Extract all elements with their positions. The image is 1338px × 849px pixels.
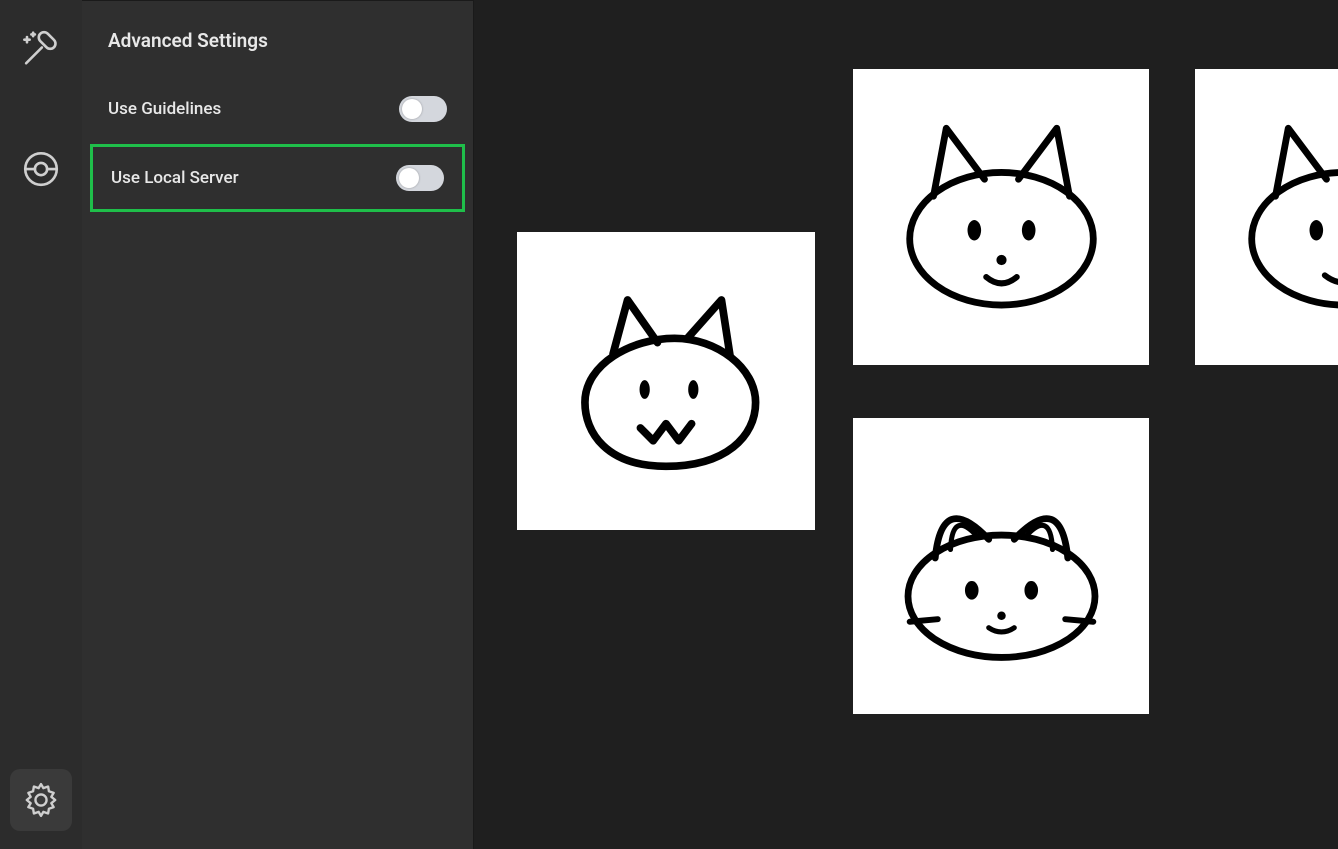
app-root: Advanced Settings Use Guidelines Use Loc…: [0, 0, 1338, 849]
setting-label-guidelines: Use Guidelines: [108, 99, 221, 119]
sketch-card-4[interactable]: [1195, 69, 1338, 365]
toggle-knob: [399, 168, 419, 188]
setting-use-local-server: Use Local Server: [90, 144, 465, 212]
cat-drawing: [874, 90, 1129, 345]
cat-drawing: [1216, 90, 1338, 345]
settings-panel: Advanced Settings Use Guidelines Use Loc…: [82, 0, 474, 849]
sketch-card-2[interactable]: [853, 69, 1149, 365]
nav-settings[interactable]: [10, 769, 72, 831]
sketch-card-1[interactable]: [517, 232, 815, 530]
panel-title: Advanced Settings: [82, 29, 473, 78]
setting-label-local-server: Use Local Server: [111, 168, 239, 188]
nav-pokeball[interactable]: [12, 140, 70, 198]
pokeball-icon: [20, 148, 62, 190]
cat-drawing: [874, 439, 1129, 694]
nav-wand[interactable]: [12, 22, 70, 80]
cat-drawing: [538, 253, 794, 509]
wand-icon: [20, 30, 62, 72]
setting-use-guidelines: Use Guidelines: [82, 78, 473, 140]
sketch-card-3[interactable]: [853, 418, 1149, 714]
nav-rail: [0, 0, 82, 849]
canvas-area[interactable]: [474, 0, 1338, 849]
settings-icon: [22, 781, 60, 819]
toggle-knob: [402, 99, 422, 119]
toggle-use-guidelines[interactable]: [399, 96, 447, 122]
toggle-use-local-server[interactable]: [396, 165, 444, 191]
